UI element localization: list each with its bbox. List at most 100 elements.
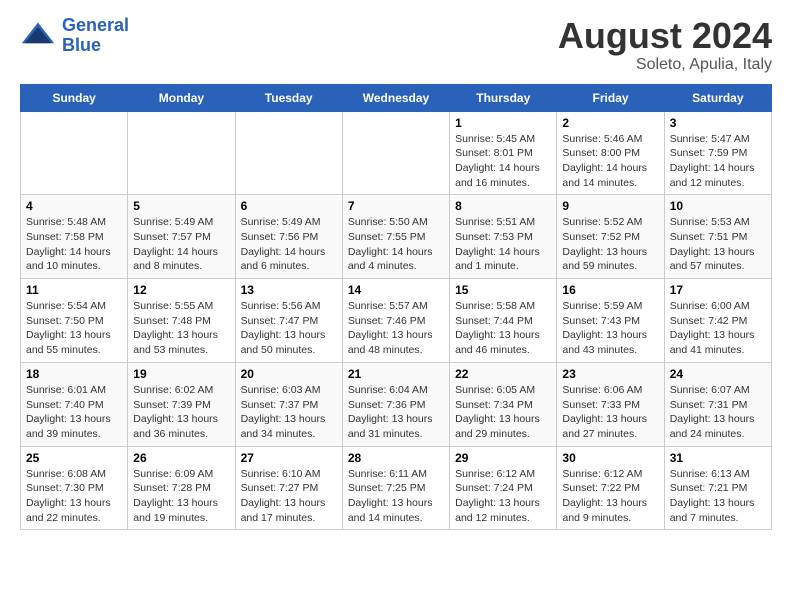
calendar-cell: 28Sunrise: 6:11 AM Sunset: 7:25 PM Dayli… xyxy=(342,446,449,530)
calendar-cell: 13 Sunrise: 5:56 AM Sunset: 7:47 PM Dayli… xyxy=(235,279,342,363)
day-info: Sunrise: 5:52 AM Sunset: 7:52 PM Dayligh… xyxy=(562,215,658,274)
day-info: Sunrise: 5:49 AM Sunset: 7:56 PM Dayligh… xyxy=(241,215,337,274)
day-number: 10 xyxy=(670,199,766,213)
day-info: Sunrise: 6:09 AM Sunset: 7:28 PM Dayligh… xyxy=(133,467,229,526)
day-number: 2 xyxy=(562,116,658,130)
day-info: Sunrise: 5:48 AM Sunset: 7:58 PM Dayligh… xyxy=(26,215,122,274)
logo-icon xyxy=(20,18,56,54)
calendar-cell: 18Sunrise: 6:01 AM Sunset: 7:40 PM Dayli… xyxy=(21,362,128,446)
day-number: 17 xyxy=(670,283,766,297)
calendar-cell: 12Sunrise: 5:55 AM Sunset: 7:48 PM Dayli… xyxy=(128,279,235,363)
calendar-cell: 7 Sunrise: 5:50 AM Sunset: 7:55 PM Daylig… xyxy=(342,195,449,279)
day-info: Sunrise: 6:04 AM Sunset: 7:36 PM Dayligh… xyxy=(348,383,444,442)
calendar-cell: 20Sunrise: 6:03 AM Sunset: 7:37 PM Dayli… xyxy=(235,362,342,446)
day-info: Sunrise: 6:08 AM Sunset: 7:30 PM Dayligh… xyxy=(26,467,122,526)
day-info: Sunrise: 5:58 AM Sunset: 7:44 PM Dayligh… xyxy=(455,299,551,358)
week-row-1: 1Sunrise: 5:45 AM Sunset: 8:01 PM Daylig… xyxy=(21,111,772,195)
calendar-cell: 24Sunrise: 6:07 AM Sunset: 7:31 PM Dayli… xyxy=(664,362,771,446)
calendar-table: SundayMondayTuesdayWednesdayThursdayFrid… xyxy=(20,84,772,531)
calendar-cell: 10 Sunrise: 5:53 AM Sunset: 7:51 PM Dayli… xyxy=(664,195,771,279)
day-info: Sunrise: 6:12 AM Sunset: 7:22 PM Dayligh… xyxy=(562,467,658,526)
calendar-cell: 16 Sunrise: 5:59 AM Sunset: 7:43 PM Dayli… xyxy=(557,279,664,363)
calendar-cell: 3 Sunrise: 5:47 AM Sunset: 7:59 PM Daylig… xyxy=(664,111,771,195)
weekday-header-thursday: Thursday xyxy=(450,84,557,111)
day-info: Sunrise: 5:51 AM Sunset: 7:53 PM Dayligh… xyxy=(455,215,551,274)
day-info: Sunrise: 5:55 AM Sunset: 7:48 PM Dayligh… xyxy=(133,299,229,358)
day-info: Sunrise: 6:13 AM Sunset: 7:21 PM Dayligh… xyxy=(670,467,766,526)
day-number: 25 xyxy=(26,451,122,465)
calendar-cell: 4 Sunrise: 5:48 AM Sunset: 7:58 PM Daylig… xyxy=(21,195,128,279)
day-info: Sunrise: 6:00 AM Sunset: 7:42 PM Dayligh… xyxy=(670,299,766,358)
day-info: Sunrise: 5:54 AM Sunset: 7:50 PM Dayligh… xyxy=(26,299,122,358)
day-number: 4 xyxy=(26,199,122,213)
day-number: 18 xyxy=(26,367,122,381)
calendar-cell: 9 Sunrise: 5:52 AM Sunset: 7:52 PM Daylig… xyxy=(557,195,664,279)
day-number: 31 xyxy=(670,451,766,465)
calendar-cell xyxy=(235,111,342,195)
calendar-cell: 14 Sunrise: 5:57 AM Sunset: 7:46 PM Dayli… xyxy=(342,279,449,363)
day-number: 29 xyxy=(455,451,551,465)
day-number: 15 xyxy=(455,283,551,297)
title-block: August 2024 Soleto, Apulia, Italy xyxy=(558,16,772,74)
month-title: August 2024 xyxy=(558,16,772,56)
calendar-cell: 19 Sunrise: 6:02 AM Sunset: 7:39 PM Dayli… xyxy=(128,362,235,446)
day-number: 5 xyxy=(133,199,229,213)
day-info: Sunrise: 5:56 AM Sunset: 7:47 PM Dayligh… xyxy=(241,299,337,358)
logo-blue: Blue xyxy=(62,35,101,55)
day-number: 14 xyxy=(348,283,444,297)
day-info: Sunrise: 5:57 AM Sunset: 7:46 PM Dayligh… xyxy=(348,299,444,358)
page-container: General Blue August 2024 Soleto, Apulia,… xyxy=(0,0,792,546)
calendar-cell: 25 Sunrise: 6:08 AM Sunset: 7:30 PM Dayli… xyxy=(21,446,128,530)
day-info: Sunrise: 5:46 AM Sunset: 8:00 PM Dayligh… xyxy=(562,132,658,191)
calendar-cell: 22 Sunrise: 6:05 AM Sunset: 7:34 PM Dayli… xyxy=(450,362,557,446)
logo-general: General xyxy=(62,15,129,35)
calendar-cell: 29Sunrise: 6:12 AM Sunset: 7:24 PM Dayli… xyxy=(450,446,557,530)
day-info: Sunrise: 5:47 AM Sunset: 7:59 PM Dayligh… xyxy=(670,132,766,191)
day-number: 27 xyxy=(241,451,337,465)
day-info: Sunrise: 6:02 AM Sunset: 7:39 PM Dayligh… xyxy=(133,383,229,442)
calendar-cell: 2 Sunrise: 5:46 AM Sunset: 8:00 PM Daylig… xyxy=(557,111,664,195)
day-number: 19 xyxy=(133,367,229,381)
logo: General Blue xyxy=(20,16,129,56)
week-row-2: 4 Sunrise: 5:48 AM Sunset: 7:58 PM Daylig… xyxy=(21,195,772,279)
day-number: 20 xyxy=(241,367,337,381)
weekday-row: SundayMondayTuesdayWednesdayThursdayFrid… xyxy=(21,84,772,111)
day-number: 8 xyxy=(455,199,551,213)
day-number: 9 xyxy=(562,199,658,213)
calendar-cell: 1Sunrise: 5:45 AM Sunset: 8:01 PM Daylig… xyxy=(450,111,557,195)
calendar-cell: 5Sunrise: 5:49 AM Sunset: 7:57 PM Daylig… xyxy=(128,195,235,279)
calendar-cell: 11Sunrise: 5:54 AM Sunset: 7:50 PM Dayli… xyxy=(21,279,128,363)
calendar-cell xyxy=(128,111,235,195)
day-number: 30 xyxy=(562,451,658,465)
weekday-header-friday: Friday xyxy=(557,84,664,111)
day-info: Sunrise: 5:50 AM Sunset: 7:55 PM Dayligh… xyxy=(348,215,444,274)
weekday-header-monday: Monday xyxy=(128,84,235,111)
day-number: 6 xyxy=(241,199,337,213)
calendar-header: SundayMondayTuesdayWednesdayThursdayFrid… xyxy=(21,84,772,111)
calendar-cell: 30 Sunrise: 6:12 AM Sunset: 7:22 PM Dayli… xyxy=(557,446,664,530)
day-info: Sunrise: 6:06 AM Sunset: 7:33 PM Dayligh… xyxy=(562,383,658,442)
day-number: 16 xyxy=(562,283,658,297)
header: General Blue August 2024 Soleto, Apulia,… xyxy=(20,16,772,74)
day-info: Sunrise: 6:07 AM Sunset: 7:31 PM Dayligh… xyxy=(670,383,766,442)
calendar-cell: 26Sunrise: 6:09 AM Sunset: 7:28 PM Dayli… xyxy=(128,446,235,530)
week-row-3: 11Sunrise: 5:54 AM Sunset: 7:50 PM Dayli… xyxy=(21,279,772,363)
calendar-cell: 15 Sunrise: 5:58 AM Sunset: 7:44 PM Dayli… xyxy=(450,279,557,363)
calendar-cell: 23Sunrise: 6:06 AM Sunset: 7:33 PM Dayli… xyxy=(557,362,664,446)
weekday-header-sunday: Sunday xyxy=(21,84,128,111)
week-row-5: 25 Sunrise: 6:08 AM Sunset: 7:30 PM Dayli… xyxy=(21,446,772,530)
day-number: 7 xyxy=(348,199,444,213)
day-info: Sunrise: 6:10 AM Sunset: 7:27 PM Dayligh… xyxy=(241,467,337,526)
day-number: 28 xyxy=(348,451,444,465)
calendar-cell: 8 Sunrise: 5:51 AM Sunset: 7:53 PM Daylig… xyxy=(450,195,557,279)
calendar-body: 1Sunrise: 5:45 AM Sunset: 8:01 PM Daylig… xyxy=(21,111,772,530)
day-info: Sunrise: 5:59 AM Sunset: 7:43 PM Dayligh… xyxy=(562,299,658,358)
day-info: Sunrise: 6:05 AM Sunset: 7:34 PM Dayligh… xyxy=(455,383,551,442)
day-number: 21 xyxy=(348,367,444,381)
calendar-cell: 6 Sunrise: 5:49 AM Sunset: 7:56 PM Daylig… xyxy=(235,195,342,279)
day-info: Sunrise: 5:45 AM Sunset: 8:01 PM Dayligh… xyxy=(455,132,551,191)
day-number: 22 xyxy=(455,367,551,381)
day-number: 3 xyxy=(670,116,766,130)
day-number: 13 xyxy=(241,283,337,297)
day-info: Sunrise: 5:53 AM Sunset: 7:51 PM Dayligh… xyxy=(670,215,766,274)
